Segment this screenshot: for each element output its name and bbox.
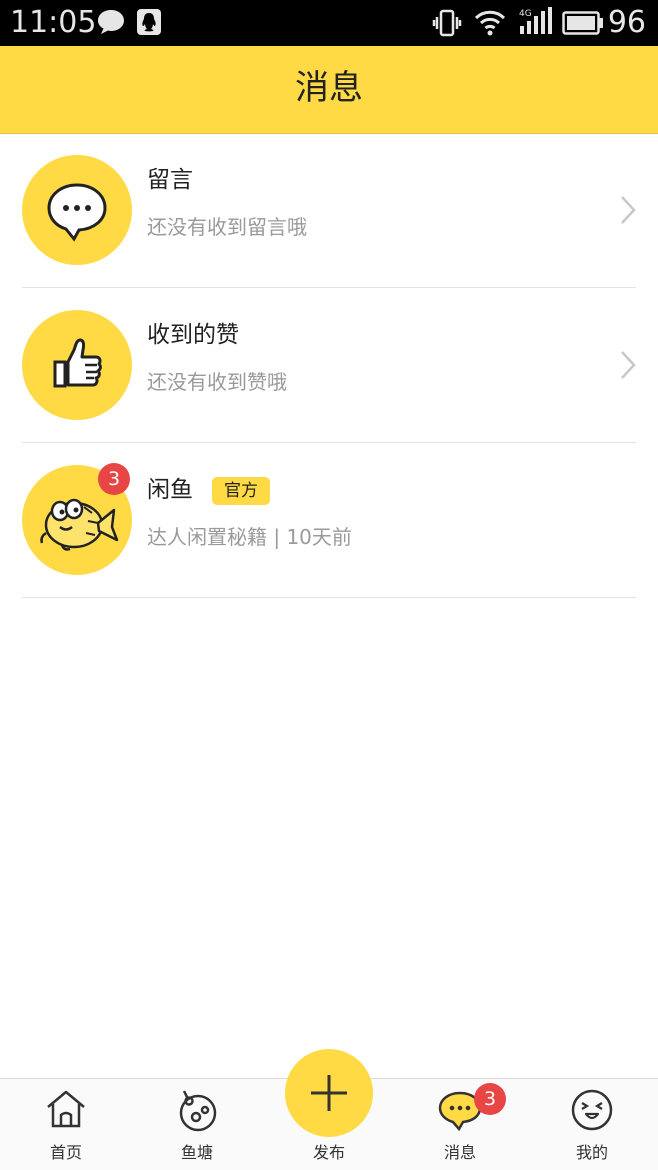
network-type-label: 4G	[519, 9, 532, 19]
tab-messages[interactable]: 3 消息	[410, 1079, 510, 1170]
home-icon	[47, 1090, 85, 1128]
thumbs-up-icon	[53, 338, 102, 388]
chevron-right-icon	[620, 195, 636, 229]
tab-label: 发布	[312, 1143, 345, 1162]
qq-notification-icon	[136, 8, 162, 40]
tab-label: 首页	[49, 1143, 82, 1162]
status-time: 11:05	[10, 5, 97, 40]
battery-level: 96	[607, 5, 646, 40]
tab-label: 鱼塘	[180, 1143, 213, 1162]
tab-home[interactable]: 首页	[16, 1079, 116, 1170]
xianyu-avatar: 3	[22, 463, 132, 575]
battery-icon	[562, 11, 604, 39]
likes-title: 收到的赞	[147, 322, 239, 348]
tab-label: 消息	[443, 1143, 476, 1162]
xianyu-title: 闲鱼	[147, 477, 193, 503]
status-bar: 11:05 4G 96	[0, 0, 658, 46]
profile-face-icon	[571, 1089, 613, 1131]
xianyu-subtitle: 达人闲置秘籍 | 10天前	[147, 525, 352, 549]
fishpond-icon	[179, 1090, 217, 1132]
list-item-likes[interactable]: 收到的赞 还没有收到赞哦	[0, 288, 658, 443]
divider	[22, 597, 636, 598]
tab-fishpond[interactable]: 鱼塘	[147, 1079, 247, 1170]
likes-subtitle: 还没有收到赞哦	[147, 370, 287, 394]
likes-avatar	[22, 310, 132, 420]
wifi-icon	[474, 10, 506, 40]
chat-notification-icon	[96, 8, 126, 40]
vibrate-icon	[432, 8, 462, 42]
chevron-right-icon	[620, 350, 636, 384]
plus-icon	[311, 1075, 347, 1111]
official-tag: 官方	[212, 477, 270, 505]
tab-label: 我的	[575, 1143, 608, 1162]
publish-button[interactable]	[285, 1049, 373, 1137]
comments-avatar	[22, 155, 132, 265]
unread-badge: 3	[98, 463, 130, 495]
speech-bubble-icon	[47, 183, 107, 242]
list-item-comments[interactable]: 留言 还没有收到留言哦	[0, 133, 658, 288]
cell-signal-icon: 4G	[516, 6, 554, 40]
tab-profile[interactable]: 我的	[542, 1079, 642, 1170]
app-header: 消息	[0, 46, 658, 134]
comments-subtitle: 还没有收到留言哦	[147, 215, 307, 239]
list-item-xianyu-official[interactable]: 3 闲鱼 官方 达人闲置秘籍 | 10天前	[0, 443, 658, 598]
page-title: 消息	[295, 68, 363, 108]
messages-tab-badge: 3	[474, 1083, 506, 1115]
comments-title: 留言	[147, 167, 193, 193]
